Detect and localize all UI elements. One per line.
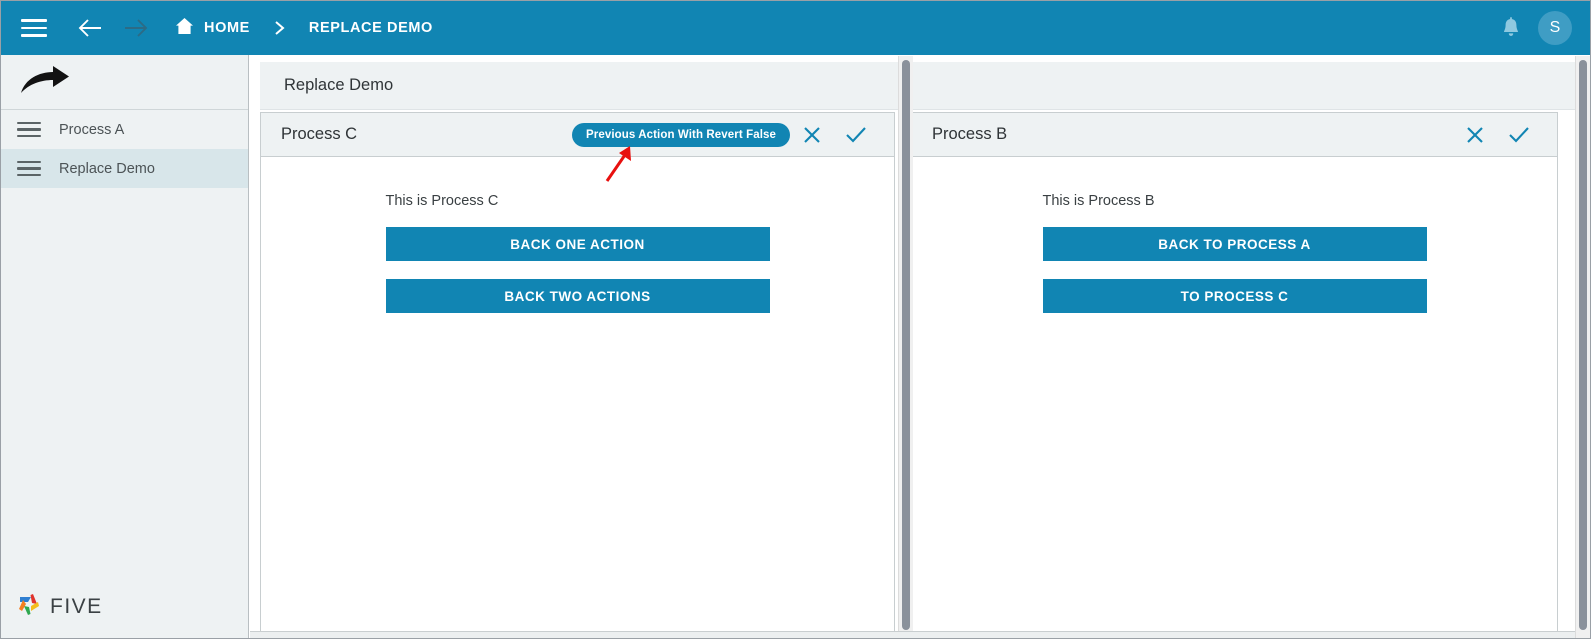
sidebar-item-label: Replace Demo <box>59 160 155 177</box>
check-icon <box>846 126 866 143</box>
notifications-button[interactable] <box>1490 1 1532 55</box>
panel-confirm-button[interactable] <box>834 113 878 157</box>
back-one-action-button[interactable]: BACK ONE ACTION <box>385 227 770 261</box>
scrollbar-thumb[interactable] <box>1579 60 1587 630</box>
chevron-right-icon <box>274 20 285 36</box>
horizontal-scrollbar[interactable] <box>250 631 1575 638</box>
arrow-right-icon <box>125 19 148 37</box>
forward-button[interactable] <box>113 1 159 55</box>
scrollbar-thumb[interactable] <box>902 60 910 630</box>
topbar-actions: S <box>1490 1 1590 55</box>
close-icon <box>804 126 820 143</box>
panel-process-c: Process C Previous Action With Revert Fa… <box>260 112 895 634</box>
panel-header: Process B <box>912 113 1557 157</box>
menu-toggle-button[interactable] <box>1 1 67 55</box>
sidebar-item-replace-demo[interactable]: Replace Demo <box>1 149 248 188</box>
top-navigation-bar: HOME REPLACE DEMO S <box>1 1 1590 55</box>
breadcrumb: HOME REPLACE DEMO <box>175 1 433 55</box>
close-icon <box>1467 126 1483 143</box>
main-content: Replace Demo Process C Previous Action W… <box>250 55 1590 638</box>
panel-close-button[interactable] <box>790 113 834 157</box>
panel-scrollbar-middle[interactable] <box>898 56 913 638</box>
breadcrumb-home-label[interactable]: HOME <box>204 20 250 36</box>
avatar[interactable]: S <box>1538 11 1572 45</box>
app-window: HOME REPLACE DEMO S Process A Replace De… <box>0 0 1591 639</box>
brand-logo: FIVE <box>15 589 103 624</box>
hamburger-icon <box>17 118 41 141</box>
bell-icon <box>1504 17 1518 36</box>
panel-confirm-button[interactable] <box>1497 113 1541 157</box>
page-scrollbar-right[interactable] <box>1575 56 1590 638</box>
brand-name: FIVE <box>50 594 103 618</box>
panel-description: This is Process C <box>385 193 499 209</box>
panel-header: Process C Previous Action With Revert Fa… <box>261 113 894 157</box>
check-icon <box>1509 126 1529 143</box>
panel-body: This is Process B BACK TO PROCESS A TO P… <box>912 157 1557 331</box>
sidebar-item-process-a[interactable]: Process A <box>1 110 248 149</box>
panel-form: This is Process B BACK TO PROCESS A TO P… <box>1042 193 1427 331</box>
panel-description: This is Process B <box>1042 193 1155 209</box>
hamburger-icon <box>21 14 47 42</box>
to-process-c-button[interactable]: TO PROCESS C <box>1042 279 1427 313</box>
back-button[interactable] <box>67 1 113 55</box>
panel-title: Process B <box>932 125 1008 143</box>
home-icon[interactable] <box>175 17 194 40</box>
back-to-process-a-button[interactable]: BACK TO PROCESS A <box>1042 227 1427 261</box>
page-title-bar: Replace Demo <box>260 62 1578 110</box>
arrow-left-icon <box>78 19 101 37</box>
sidebar-item-label: Process A <box>59 121 125 138</box>
panel-process-b: Process B This is Process B BACK TO PROC… <box>911 112 1558 634</box>
curved-arrow-icon[interactable] <box>19 63 71 102</box>
page-title: Replace Demo <box>284 76 394 94</box>
sidebar-header <box>1 55 248 110</box>
panel-title: Process C <box>281 125 358 143</box>
avatar-initial: S <box>1549 19 1561 36</box>
panel-form: This is Process C BACK ONE ACTION BACK T… <box>385 193 770 331</box>
panel-close-button[interactable] <box>1453 113 1497 157</box>
back-two-actions-button[interactable]: BACK TWO ACTIONS <box>385 279 770 313</box>
panel-body: This is Process C BACK ONE ACTION BACK T… <box>261 157 894 331</box>
sidebar: Process A Replace Demo FIVE <box>1 55 249 638</box>
status-badge: Previous Action With Revert False <box>571 122 790 147</box>
breadcrumb-current-label: REPLACE DEMO <box>308 20 433 36</box>
five-pinwheel-logo-icon <box>15 589 45 624</box>
hamburger-icon <box>17 157 41 180</box>
